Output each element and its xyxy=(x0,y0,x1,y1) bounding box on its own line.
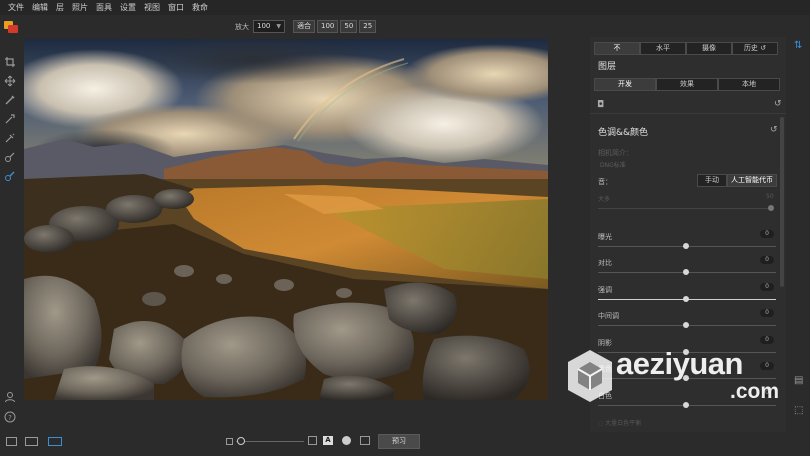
slider-midtones-label: 中间调 xyxy=(598,312,619,320)
masking-tool-icon[interactable] xyxy=(4,170,16,182)
tab-history-label: 历史 xyxy=(743,44,758,52)
fullscreen-view-icon[interactable] xyxy=(48,437,62,446)
menu-layer[interactable]: 层 xyxy=(56,2,64,13)
menu-help[interactable]: 救命 xyxy=(192,2,208,13)
bottom-bar: A 预习 xyxy=(0,432,810,456)
user-icon[interactable] xyxy=(4,391,16,403)
text-overlay-icon[interactable]: A xyxy=(323,436,333,445)
landscape-photo xyxy=(24,39,548,400)
tab-horizontal[interactable]: 水平 xyxy=(640,42,686,55)
clone-tool-icon[interactable] xyxy=(4,132,16,144)
slider-exposure-value[interactable]: 0 xyxy=(760,230,774,238)
amount-label: 大多 xyxy=(598,196,611,203)
watermark-tld: .com xyxy=(730,380,780,403)
before-after-icon[interactable] xyxy=(360,436,370,445)
help-icon[interactable]: ? xyxy=(4,411,16,423)
tab-none[interactable]: 不 xyxy=(594,42,640,55)
slider-exposure-label: 曝光 xyxy=(598,233,612,241)
menu-file[interactable]: 文件 xyxy=(8,2,24,13)
mode-label: 音： xyxy=(598,178,612,186)
svg-text:?: ? xyxy=(8,414,12,422)
menu-edit[interactable]: 编辑 xyxy=(32,2,48,13)
zoom-value: 100 xyxy=(257,22,271,30)
slider-shadows-value[interactable]: 0 xyxy=(760,336,774,344)
tab-camera[interactable]: 摄像 xyxy=(686,42,732,55)
watermark-text: aeziyuan xyxy=(616,346,743,381)
chevron-down-icon: ▼ xyxy=(276,23,281,30)
preview-button[interactable]: 预习 xyxy=(378,434,420,449)
zoom-50-button[interactable]: 50 xyxy=(340,20,358,33)
menu-window[interactable]: 窗口 xyxy=(168,2,184,13)
camera-icon[interactable]: ◘ xyxy=(597,100,604,110)
amount-knob[interactable] xyxy=(768,205,774,211)
layer-tabs: 开发 效果 本地 xyxy=(594,78,780,91)
zoom-large-icon xyxy=(308,436,317,445)
layers-title: 图层 xyxy=(598,62,617,72)
slider-highlights-value[interactable]: 0 xyxy=(760,283,774,291)
move-tool-icon[interactable] xyxy=(4,75,16,87)
slider-midtones-knob[interactable] xyxy=(683,322,689,328)
tab-history[interactable]: 历史 ↺ xyxy=(732,42,778,55)
app-logo-icon xyxy=(4,21,18,33)
mode-manual-button[interactable]: 手动 xyxy=(697,174,727,187)
mask-overlay-icon[interactable] xyxy=(342,436,351,445)
zoom-small-icon xyxy=(226,438,233,445)
zoom-fit-button[interactable]: 適合 xyxy=(293,20,315,33)
slider-highlights-knob[interactable] xyxy=(683,296,689,302)
zoom-select[interactable]: 100 ▼ xyxy=(253,20,285,33)
bottom-hint: ◌ 大量白色平衡 xyxy=(598,418,641,427)
zoom-100-button[interactable]: 100 xyxy=(317,20,339,33)
history-icon: ↺ xyxy=(760,44,767,52)
watermark-cube-icon xyxy=(568,350,612,402)
profile-label: 相机简介： xyxy=(598,149,633,157)
menu-photo[interactable]: 照片 xyxy=(72,2,88,13)
zoom-slider-track[interactable] xyxy=(236,441,304,442)
profile-value[interactable]: DNG标准 xyxy=(600,160,626,169)
compare-view-icon[interactable] xyxy=(25,437,38,446)
tab-local[interactable]: 本地 xyxy=(718,78,780,91)
crop-tool-icon[interactable] xyxy=(4,56,16,68)
panel-scrollbar[interactable] xyxy=(780,117,784,287)
gradient-tool-icon[interactable] xyxy=(4,151,16,163)
adjustments-icon[interactable]: ⇅ xyxy=(794,40,802,51)
slider-midtones-value[interactable]: 0 xyxy=(760,309,774,317)
amount-track[interactable] xyxy=(598,208,770,209)
slider-contrast-knob[interactable] xyxy=(683,269,689,275)
single-view-icon[interactable] xyxy=(6,437,17,446)
view-mode-tabs: 不 水平 摄像 历史 ↺ xyxy=(594,42,778,55)
slider-exposure-knob[interactable] xyxy=(683,243,689,249)
photo-canvas[interactable] xyxy=(24,39,548,400)
amount-value: 50 xyxy=(766,193,774,200)
mode-toggle: 手动 人工智能代币 xyxy=(697,174,777,187)
left-toolbar: ? xyxy=(0,37,20,437)
slider-highlights-label: 强调 xyxy=(598,286,612,294)
zoom-slider-knob[interactable] xyxy=(237,437,245,445)
tab-effects[interactable]: 效果 xyxy=(656,78,718,91)
section-reset-icon[interactable]: ↺ xyxy=(770,125,778,135)
menu-mask[interactable]: 面具 xyxy=(96,2,112,13)
retouch-tool-icon[interactable] xyxy=(4,113,16,125)
zoom-25-button[interactable]: 25 xyxy=(359,20,377,33)
menu-settings[interactable]: 设置 xyxy=(120,2,136,13)
top-toolbar: 放大 100 ▼ 適合 100 50 25 xyxy=(0,15,810,37)
section-title: 色调&&颜色 xyxy=(598,128,649,138)
bottom-hint-text: 大量白色平衡 xyxy=(605,420,642,427)
watermark: aeziyuan .com xyxy=(566,346,806,414)
mode-ai-button[interactable]: 人工智能代币 xyxy=(727,174,777,187)
menu-view[interactable]: 视图 xyxy=(144,2,160,13)
menu-bar: 文件 编辑 层 照片 面具 设置 视图 窗口 救命 xyxy=(0,0,810,15)
tab-develop[interactable]: 开发 xyxy=(594,78,656,91)
zoom-label: 放大 xyxy=(235,22,249,31)
slider-contrast-value[interactable]: 0 xyxy=(760,256,774,264)
slider-contrast-label: 对比 xyxy=(598,259,612,267)
reset-icon[interactable]: ↺ xyxy=(774,99,782,109)
brush-tool-icon[interactable] xyxy=(4,94,16,106)
zoom-controls: 放大 100 ▼ 適合 100 50 25 xyxy=(235,20,377,33)
divider xyxy=(590,113,786,114)
